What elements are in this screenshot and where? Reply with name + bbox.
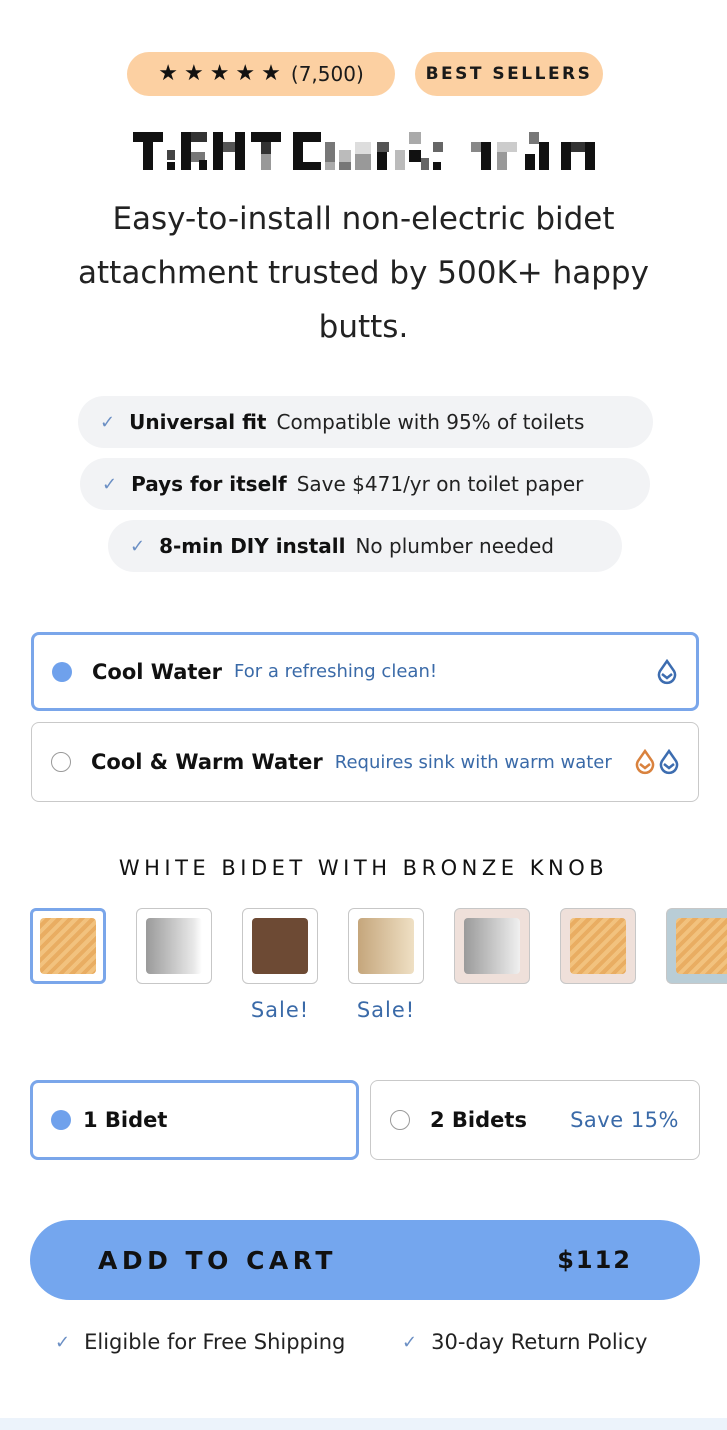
feature-text: No plumber needed	[355, 534, 554, 558]
sale-label-gold: Sale!	[356, 998, 416, 1022]
perk-return-policy: ✓ 30-day Return Policy	[402, 1330, 647, 1354]
swatch-silver[interactable]	[136, 908, 212, 984]
add-to-cart-label: ADD TO CART	[98, 1245, 337, 1275]
check-icon: ✓	[55, 1331, 71, 1353]
quantity-label: 1 Bidet	[83, 1108, 168, 1132]
feature-title: 8-min DIY install	[159, 534, 346, 558]
feature-title: Pays for itself	[131, 472, 287, 496]
add-to-cart-button[interactable]: ADD TO CART $112	[30, 1220, 700, 1300]
radio-selected[interactable]	[51, 1110, 71, 1130]
option-name: Cool & Warm Water	[91, 750, 323, 774]
perk-text: 30-day Return Policy	[431, 1330, 648, 1354]
quantity-option-1-bidet[interactable]: 1 Bidet	[30, 1080, 359, 1160]
cool-drop-icon	[657, 658, 677, 684]
option-cool-warm-water[interactable]: Cool & Warm Water Requires sink with war…	[31, 722, 699, 802]
perk-free-shipping: ✓ Eligible for Free Shipping	[55, 1330, 345, 1354]
swatch-bronze-on-blue[interactable]	[666, 908, 727, 984]
rating-badge[interactable]: ★ ★ ★ ★ ★ (7,500)	[127, 52, 395, 96]
water-icons	[656, 658, 678, 685]
star-icon: ★	[209, 61, 230, 86]
swatch-silver-on-pink[interactable]	[454, 908, 530, 984]
feature-chip-pays-for-itself: ✓ Pays for itself Save $471/yr on toilet…	[80, 458, 650, 510]
feature-title: Universal fit	[129, 410, 267, 434]
bottom-section-edge	[0, 1418, 727, 1430]
warm-drop-icon	[635, 749, 655, 775]
quantity-option-2-bidets[interactable]: 2 Bidets Save 15%	[370, 1080, 700, 1160]
swatch-gold[interactable]	[348, 908, 424, 984]
quantity-label: 2 Bidets	[430, 1108, 527, 1132]
water-icons	[634, 749, 680, 775]
cool-drop-icon	[659, 749, 679, 775]
swatch-brown[interactable]	[242, 908, 318, 984]
radio-selected[interactable]	[52, 661, 72, 682]
best-sellers-badge: BEST SELLERS	[415, 52, 603, 96]
feature-text: Save $471/yr on toilet paper	[296, 472, 584, 496]
radio-unselected[interactable]	[51, 752, 71, 772]
swatch-bronze-on-white[interactable]	[30, 908, 106, 984]
finish-heading: WHITE BIDET WITH BRONZE KNOB	[118, 856, 609, 880]
star-icon: ★	[183, 61, 204, 86]
radio-unselected[interactable]	[390, 1110, 410, 1130]
feature-text: Compatible with 95% of toilets	[276, 410, 585, 434]
feature-chip-diy-install: ✓ 8-min DIY install No plumber needed	[108, 520, 622, 572]
star-icon: ★	[261, 61, 281, 86]
check-icon: ✓	[102, 473, 118, 495]
star-icon: ★	[235, 61, 256, 86]
option-cool-water[interactable]: Cool Water For a refreshing clean!	[31, 632, 699, 711]
rating-count: (7,500)	[290, 62, 364, 86]
option-note: For a refreshing clean!	[234, 661, 438, 682]
swatch-bronze-on-pink[interactable]	[560, 908, 636, 984]
check-icon: ✓	[402, 1331, 418, 1353]
star-icon: ★	[158, 61, 178, 86]
feature-chip-universal-fit: ✓ Universal fit Compatible with 95% of t…	[78, 396, 653, 448]
sale-label-brown: Sale!	[250, 998, 310, 1022]
product-subtitle: Easy-to-install non-electric bidet attac…	[78, 201, 649, 345]
check-icon: ✓	[130, 535, 146, 557]
option-note: Requires sink with warm water	[334, 751, 612, 773]
option-name: Cool Water	[92, 659, 222, 684]
perk-text: Eligible for Free Shipping	[84, 1330, 346, 1354]
product-title-obscured	[133, 128, 595, 174]
check-icon: ✓	[100, 411, 116, 433]
cart-price: $112	[557, 1246, 632, 1274]
quantity-save-label: Save 15%	[570, 1108, 679, 1132]
